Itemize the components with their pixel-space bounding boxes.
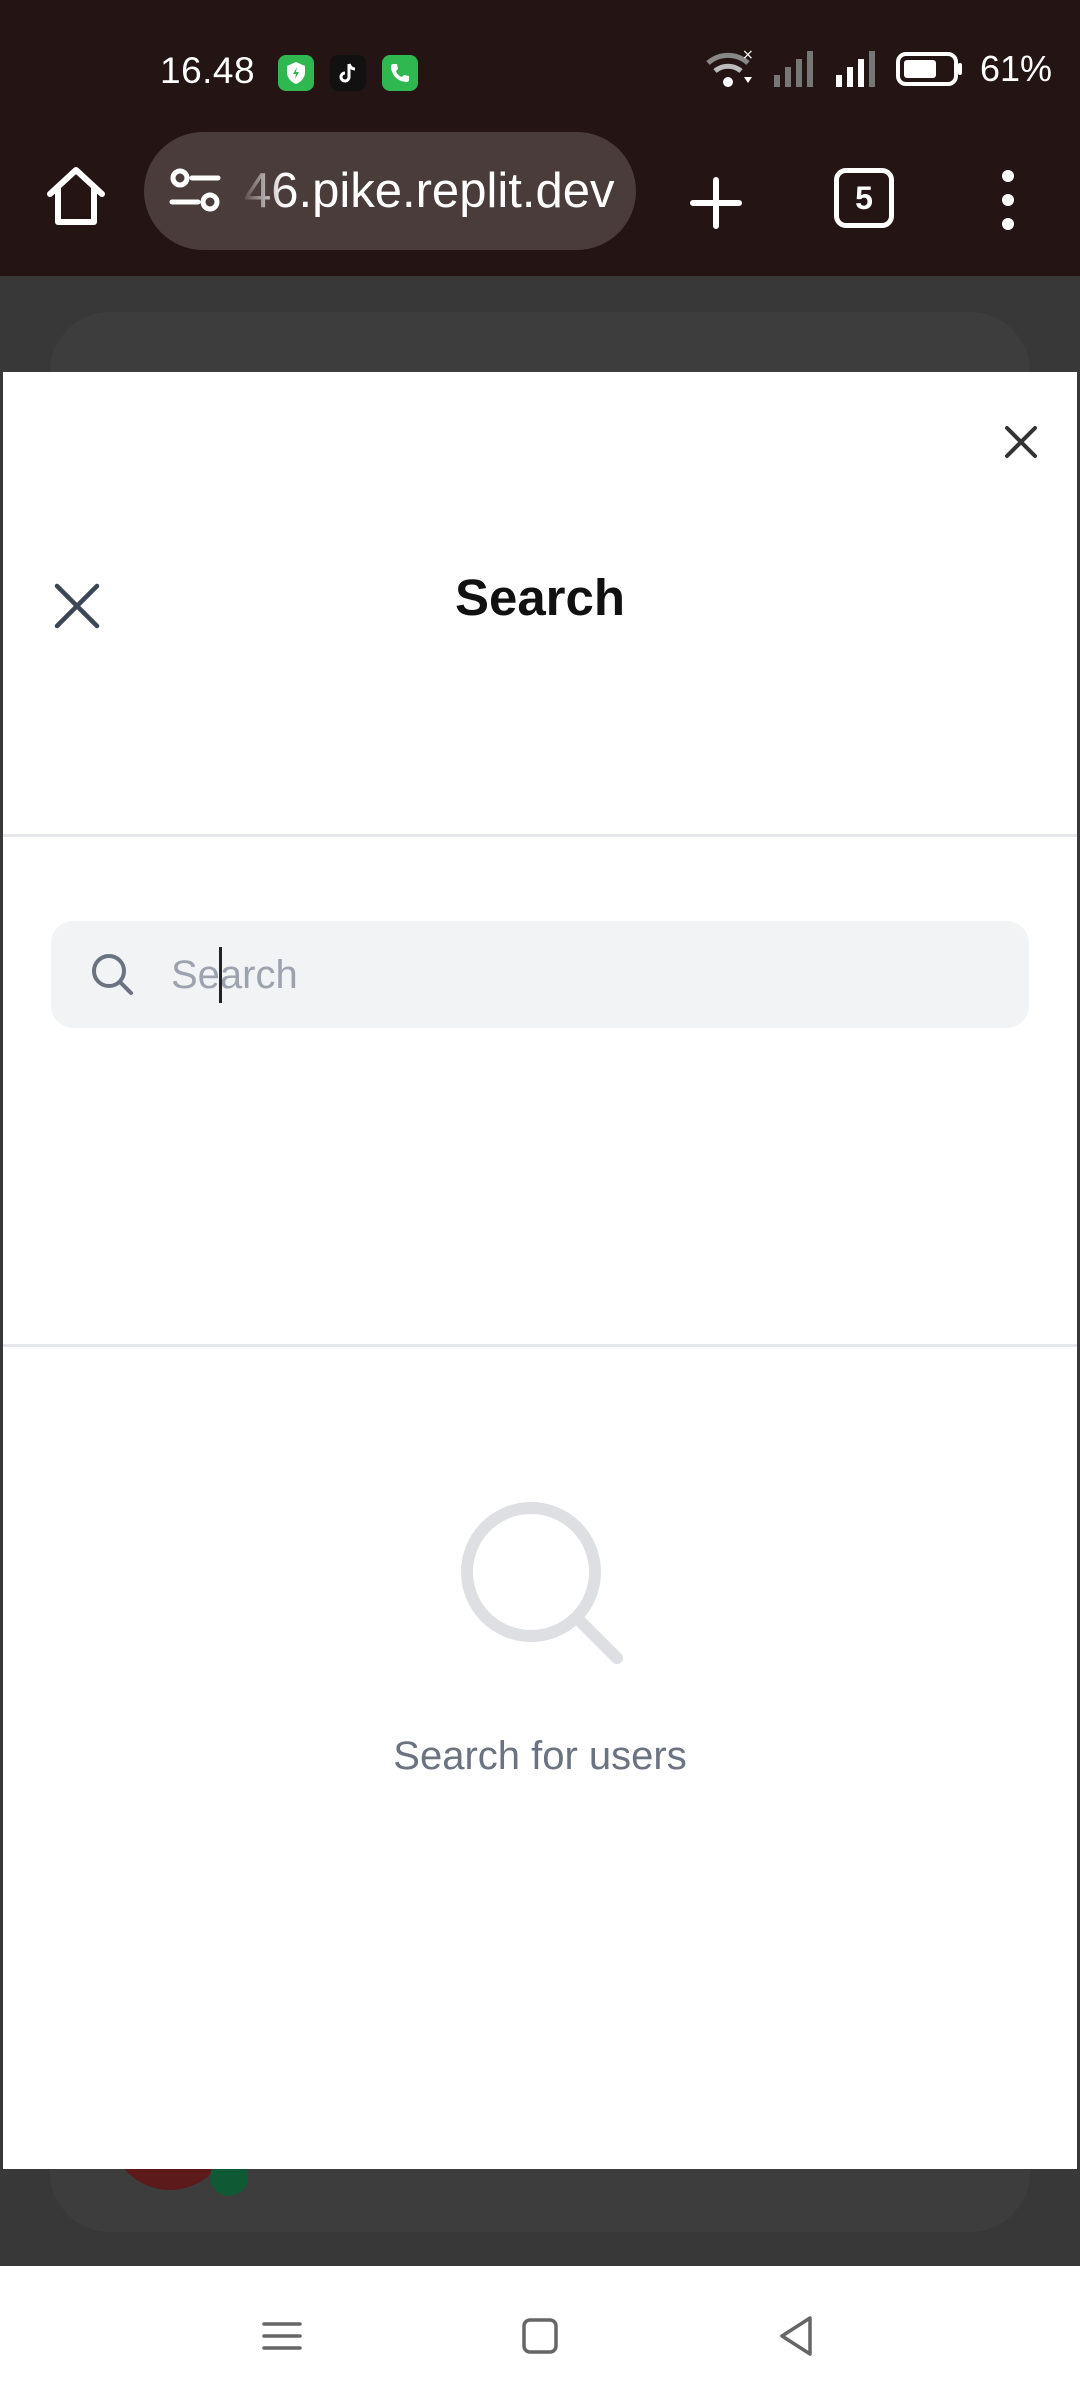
recents-button[interactable]: [252, 2306, 312, 2366]
phone-app-icon: [382, 55, 418, 91]
search-icon: [89, 951, 135, 997]
modal-close-button[interactable]: [999, 420, 1043, 464]
svg-text:×: ×: [742, 49, 754, 63]
shield-app-icon: [278, 55, 314, 91]
empty-search-icon: [459, 1500, 629, 1670]
status-time: 16.48: [160, 50, 256, 91]
address-bar[interactable]: 46.pike.replit.dev: [144, 132, 636, 250]
search-field[interactable]: [51, 921, 1029, 1030]
home-icon: [47, 167, 105, 225]
signal-1-icon: [773, 51, 813, 87]
search-input[interactable]: [169, 921, 993, 1030]
new-tab-button[interactable]: [683, 170, 749, 236]
home-button[interactable]: [40, 160, 112, 232]
battery-percent: 61%: [979, 48, 1052, 89]
text-caret: [219, 947, 222, 1003]
close-icon: [1005, 426, 1037, 458]
signal-2-icon: [835, 51, 875, 87]
wifi-icon: ×: [706, 49, 754, 87]
home-square-icon: [522, 2318, 558, 2354]
modal-title: Search: [454, 569, 626, 626]
empty-state-text: Search for users: [393, 1734, 687, 1778]
home-nav-button[interactable]: [510, 2306, 570, 2366]
search-modal: Search Search for users: [3, 372, 1077, 2169]
status-bar: 16.48 × 61%: [0, 0, 1080, 140]
divider: [3, 1344, 1077, 1347]
tiktok-app-icon: [330, 55, 366, 91]
divider: [3, 834, 1077, 837]
tab-switcher-button[interactable]: 5: [834, 168, 894, 228]
tune-icon[interactable]: [166, 160, 226, 220]
plus-icon: [690, 177, 742, 229]
battery-icon: [895, 52, 962, 86]
more-vert-icon: [1002, 170, 1014, 230]
status-indicators: × 61%: [704, 48, 1052, 90]
browser-menu-button[interactable]: [988, 160, 1028, 240]
url-text: 46.pike.replit.dev: [244, 164, 615, 218]
url-fade: [240, 132, 284, 250]
menu-icon: [262, 2322, 302, 2350]
system-nav-bar: [0, 2266, 1080, 2400]
back-nav-button[interactable]: [768, 2306, 828, 2366]
back-triangle-icon: [780, 2316, 812, 2356]
